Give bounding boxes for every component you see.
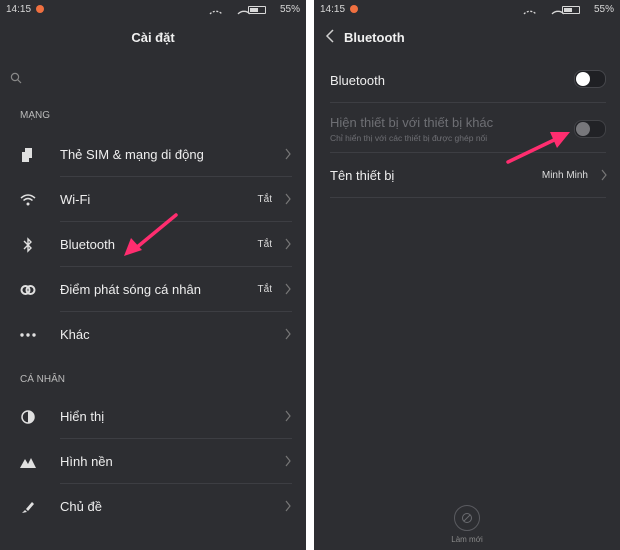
notification-dot: [350, 5, 358, 13]
signal-icon: [523, 10, 537, 15]
settings-item-label: Hình nền: [60, 454, 113, 469]
battery-icon: [562, 6, 580, 14]
back-arrow-icon[interactable]: [322, 27, 340, 45]
settings-item-value: Tắt: [257, 194, 272, 205]
display-icon: [20, 409, 36, 425]
hotspot-icon: [20, 282, 36, 298]
chevron-right-icon: [285, 455, 291, 467]
bluetooth-screen: 14:15 55% Bluetooth Bluetooth Hiện thiết…: [314, 0, 620, 550]
settings-item-value: Tắt: [257, 284, 272, 295]
settings-item-wallpaper[interactable]: Hình nền: [0, 439, 306, 484]
chevron-right-icon: [285, 238, 291, 250]
settings-item-sim[interactable]: Thẻ SIM & mạng di động: [0, 132, 306, 177]
pointer-arrow-icon: [124, 213, 178, 256]
settings-item-label: Khác: [60, 327, 90, 342]
chevron-right-icon: [285, 328, 291, 340]
more-dots-icon: [20, 327, 36, 343]
bluetooth-label: Bluetooth: [330, 73, 385, 88]
chevron-right-icon: [601, 169, 607, 181]
section-network: MẠNG: [20, 110, 50, 121]
chevron-right-icon: [285, 500, 291, 512]
refresh-button[interactable]: Làm mới: [314, 505, 620, 544]
battery-icon: [248, 6, 266, 14]
device-name-row[interactable]: Tên thiết bị Minh Minh: [314, 153, 620, 198]
chevron-right-icon: [285, 148, 291, 160]
status-bar: 14:15 55%: [0, 0, 306, 18]
status-bar: 14:15 55%: [314, 0, 620, 18]
search-icon: [10, 72, 22, 84]
chevron-right-icon: [285, 410, 291, 422]
settings-item-value: Tắt: [257, 239, 272, 250]
settings-item-label: Bluetooth: [60, 237, 115, 252]
settings-item-label: Hiển thị: [60, 409, 105, 424]
device-name-label: Tên thiết bị: [330, 168, 395, 183]
signal-icon: [209, 10, 223, 15]
wallpaper-mountain-icon: [20, 454, 36, 470]
settings-item-label: Chủ đề: [60, 499, 102, 514]
settings-item-label: Wi-Fi: [60, 192, 91, 207]
status-time: 14:15: [320, 4, 346, 15]
visibility-toggle[interactable]: [574, 120, 606, 138]
page-title: Bluetooth: [344, 30, 405, 45]
visibility-label: Hiện thiết bị với thiết bị khác: [330, 115, 494, 130]
battery-percent: 55%: [279, 4, 300, 15]
wifi-icon: [20, 192, 36, 208]
section-personal: CÁ NHÂN: [20, 374, 66, 385]
settings-item-theme[interactable]: Chủ đề: [0, 484, 306, 529]
settings-item-more[interactable]: Khác: [0, 312, 306, 357]
chevron-right-icon: [285, 283, 291, 295]
search-bar[interactable]: [0, 60, 306, 96]
bluetooth-icon: [20, 236, 36, 253]
bluetooth-toggle[interactable]: [574, 70, 606, 88]
refresh-icon: [454, 505, 480, 531]
pointer-arrow-icon: [506, 132, 570, 164]
theme-brush-icon: [20, 499, 36, 515]
sim-card-icon: [20, 147, 36, 163]
notification-dot: [36, 5, 44, 13]
visibility-sub: Chỉ hiển thị với các thiết bị được ghép …: [330, 133, 488, 143]
settings-item-hotspot[interactable]: Điểm phát sóng cá nhân Tắt: [0, 267, 306, 312]
settings-item-display[interactable]: Hiển thị: [0, 394, 306, 439]
visibility-toggle-row[interactable]: Hiện thiết bị với thiết bị khác Chỉ hiển…: [314, 103, 620, 153]
bluetooth-toggle-row[interactable]: Bluetooth: [314, 58, 620, 103]
status-time: 14:15: [6, 4, 32, 15]
refresh-label: Làm mới: [451, 535, 483, 544]
battery-percent: 55%: [593, 4, 614, 15]
chevron-right-icon: [285, 193, 291, 205]
page-title: Cài đặt: [131, 30, 175, 45]
settings-item-label: Thẻ SIM & mạng di động: [60, 147, 204, 162]
settings-item-label: Điểm phát sóng cá nhân: [60, 282, 201, 297]
device-name-value: Minh Minh: [541, 170, 588, 181]
settings-screen: 14:15 55% Cài đặt MẠNG Thẻ SIM & mạng di…: [0, 0, 306, 550]
